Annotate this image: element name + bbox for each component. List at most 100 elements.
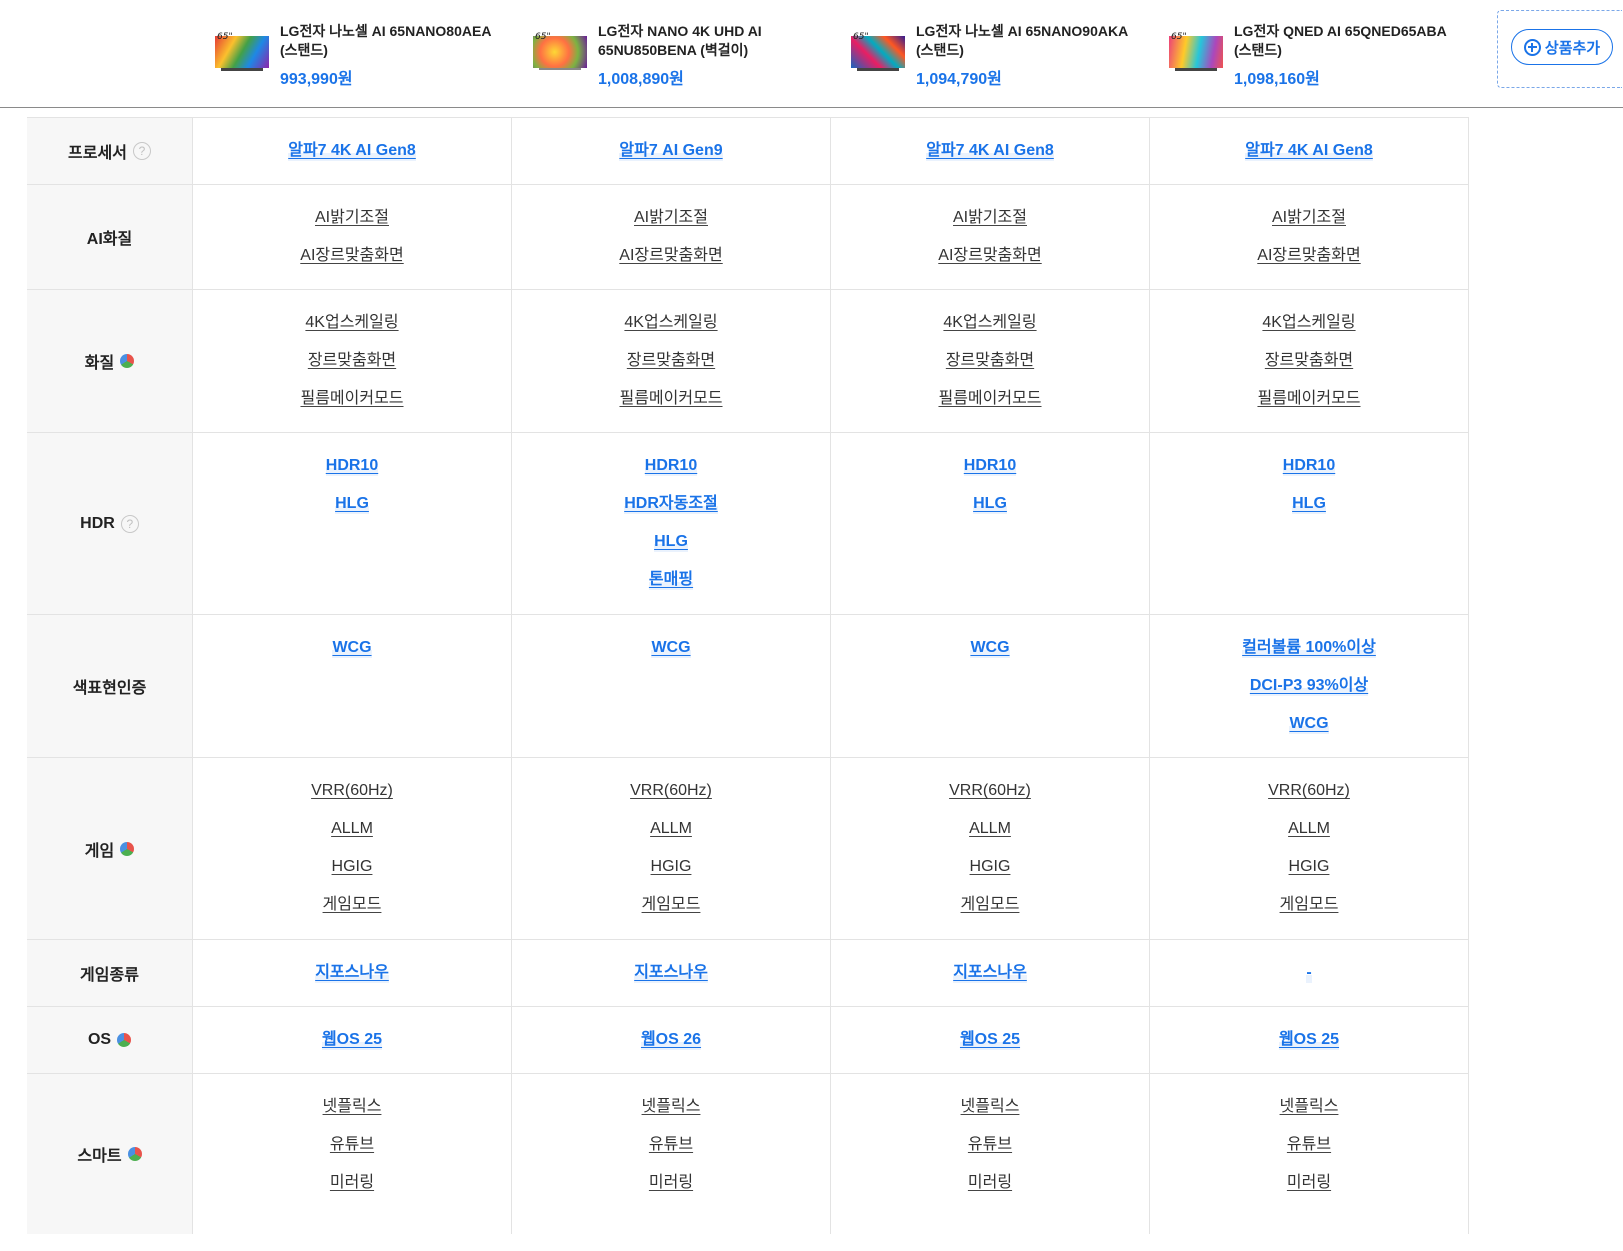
spec-value-link[interactable]: 미러링 <box>1287 1173 1331 1193</box>
spec-value-link[interactable]: 유튜브 <box>1287 1135 1331 1155</box>
product-name[interactable]: LG전자 QNED AI 65QNED65ABA (스탠드) <box>1234 22 1464 60</box>
spec-value-link[interactable]: 넷플릭스 <box>323 1097 382 1117</box>
spec-value-link[interactable]: 4K업스케일링 <box>1262 313 1355 333</box>
spec-value-link[interactable]: 알파7 AI Gen9 <box>619 141 723 161</box>
spec-value-link[interactable]: 알파7 4K AI Gen8 <box>1245 141 1373 161</box>
spec-value-link[interactable]: 미러링 <box>649 1173 693 1193</box>
tv-thumbnail[interactable]: 65" <box>215 32 269 72</box>
spec-value-link[interactable]: HGIG <box>332 857 373 877</box>
spec-value-link[interactable]: HLG <box>654 532 688 552</box>
spec-value-link[interactable]: 장르맞춤화면 <box>308 351 396 371</box>
product-card[interactable]: 65" LG전자 나노셀 AI 65NANO80AEA (스탠드) 993,99… <box>215 22 515 92</box>
spec-value-link[interactable]: VRR(60Hz) <box>1268 781 1350 801</box>
spec-value-link[interactable]: 넷플릭스 <box>961 1097 1020 1117</box>
spec-value-link[interactable]: AI밝기조절 <box>953 208 1027 228</box>
spec-value-link[interactable]: AI장르맞춤화면 <box>300 246 403 266</box>
spec-label: 화질 <box>84 355 115 372</box>
spec-value-link[interactable]: 장르맞춤화면 <box>1265 351 1353 371</box>
add-product-button[interactable]: 상품추가 <box>1511 29 1613 65</box>
product-card[interactable]: 65" LG전자 QNED AI 65QNED65ABA (스탠드) 1,098… <box>1169 22 1469 92</box>
spec-value-link[interactable]: 4K업스케일링 <box>305 313 398 333</box>
spec-value-link[interactable]: AI밝기조절 <box>634 208 708 228</box>
help-icon[interactable]: ? <box>132 142 151 160</box>
tv-thumbnail[interactable]: 65" <box>851 32 905 72</box>
spec-value-link[interactable]: - <box>1306 963 1312 983</box>
spec-value-link[interactable]: 필름메이커모드 <box>1257 389 1360 409</box>
spec-value-link[interactable]: HLG <box>973 494 1007 514</box>
spec-value-link[interactable]: HLG <box>1292 494 1326 514</box>
spec-value-link[interactable]: HLG <box>335 494 369 514</box>
spec-value-link[interactable]: HGIG <box>970 857 1011 877</box>
spec-value-link[interactable]: AI장르맞춤화면 <box>619 246 722 266</box>
spec-value-link[interactable]: HGIG <box>1289 857 1330 877</box>
product-card[interactable]: 65" LG전자 나노셀 AI 65NANO90AKA (스탠드) 1,094,… <box>851 22 1151 92</box>
spec-value-link[interactable]: HDR10 <box>1282 456 1336 476</box>
spec-value-link[interactable]: ALLM <box>969 819 1011 839</box>
spec-value-cell: AI밝기조절 AI장르맞춤화면 <box>511 184 831 290</box>
spec-value-cell: 알파7 4K AI Gen8 <box>830 117 1150 185</box>
size-badge: 65" <box>1171 32 1187 42</box>
spec-value-link[interactable]: 필름메이커모드 <box>619 389 722 409</box>
spec-value-link[interactable]: 알파7 4K AI Gen8 <box>288 141 416 161</box>
spec-value-link[interactable]: 유튜브 <box>968 1135 1012 1155</box>
spec-value-link[interactable]: HDR자동조절 <box>624 494 718 514</box>
spec-value-link[interactable]: 컬러볼륨 100%이상 <box>1242 638 1376 658</box>
spec-value-link[interactable]: HDR10 <box>963 456 1017 476</box>
spec-value-link[interactable]: ALLM <box>1288 819 1330 839</box>
spec-value-link[interactable]: AI밝기조절 <box>315 208 389 228</box>
spec-value-link[interactable]: 4K업스케일링 <box>624 313 717 333</box>
product-name[interactable]: LG전자 나노셀 AI 65NANO90AKA (스탠드) <box>916 22 1146 60</box>
spec-value-link[interactable]: 웹OS 25 <box>959 1030 1021 1050</box>
spec-value-link[interactable]: 웹OS 25 <box>321 1030 383 1050</box>
spec-value-link[interactable]: 필름메이커모드 <box>938 389 1041 409</box>
spec-value-link[interactable]: WCG <box>1289 714 1329 734</box>
spec-value-cell: 4K업스케일링장르맞춤화면필름메이커모드 <box>830 289 1150 433</box>
spec-value-link[interactable]: 게임모드 <box>1280 895 1339 915</box>
spec-value-link[interactable]: 웹OS 26 <box>640 1030 702 1050</box>
spec-value-link[interactable]: ALLM <box>331 819 373 839</box>
spec-value-link[interactable]: WCG <box>651 638 691 658</box>
spec-value-link[interactable]: 게임모드 <box>642 895 701 915</box>
tv-thumbnail[interactable]: 65" <box>533 32 587 72</box>
product-name[interactable]: LG전자 나노셀 AI 65NANO80AEA (스탠드) <box>280 22 510 60</box>
help-icon[interactable]: ? <box>120 514 139 533</box>
spec-value-link[interactable]: 웹OS 25 <box>1278 1030 1340 1050</box>
spec-value-cell: WCG <box>511 614 831 758</box>
spec-value-link[interactable]: AI밝기조절 <box>1272 208 1346 228</box>
spec-value-link[interactable]: WCG <box>332 638 372 658</box>
product-name[interactable]: LG전자 NANO 4K UHD AI 65NU850BENA (벽걸이) <box>598 22 828 60</box>
spec-value-link[interactable]: VRR(60Hz) <box>630 781 712 801</box>
spec-value-cell: 4K업스케일링장르맞춤화면필름메이커모드 <box>1149 289 1469 433</box>
spec-value-link[interactable]: HDR10 <box>644 456 698 476</box>
spec-label-cell: HDR? <box>27 432 193 615</box>
spec-value-link[interactable]: 미러링 <box>330 1173 374 1193</box>
spec-value-cell: 넷플릭스유튜브미러링 <box>511 1073 831 1234</box>
spec-value-link[interactable]: VRR(60Hz) <box>311 781 393 801</box>
spec-value-link[interactable]: 알파7 4K AI Gen8 <box>926 141 1054 161</box>
spec-value-link[interactable]: 넷플릭스 <box>642 1097 701 1117</box>
spec-value-link[interactable]: 톤매핑 <box>648 570 694 590</box>
spec-value-link[interactable]: AI장르맞춤화면 <box>938 246 1041 266</box>
spec-value-link[interactable]: DCI-P3 93%이상 <box>1249 676 1369 696</box>
spec-value-link[interactable]: 유튜브 <box>330 1135 374 1155</box>
spec-value-link[interactable]: 지포스나우 <box>634 963 708 983</box>
spec-value-link[interactable]: 게임모드 <box>961 895 1020 915</box>
spec-value-link[interactable]: 장르맞춤화면 <box>946 351 1034 371</box>
spec-value-link[interactable]: 지포스나우 <box>953 963 1027 983</box>
spec-value-link[interactable]: 게임모드 <box>323 895 382 915</box>
spec-value-link[interactable]: 지포스나우 <box>315 963 389 983</box>
spec-value-link[interactable]: HDR10 <box>325 456 379 476</box>
spec-value-link[interactable]: ALLM <box>650 819 692 839</box>
spec-value-link[interactable]: 미러링 <box>968 1173 1012 1193</box>
product-card[interactable]: 65" LG전자 NANO 4K UHD AI 65NU850BENA (벽걸이… <box>533 22 833 92</box>
spec-value-link[interactable]: AI장르맞춤화면 <box>1257 246 1360 266</box>
spec-value-link[interactable]: WCG <box>970 638 1010 658</box>
spec-value-link[interactable]: 필름메이커모드 <box>300 389 403 409</box>
spec-value-link[interactable]: 장르맞춤화면 <box>627 351 715 371</box>
spec-value-link[interactable]: HGIG <box>651 857 692 877</box>
spec-value-link[interactable]: 넷플릭스 <box>1280 1097 1339 1117</box>
spec-value-link[interactable]: 4K업스케일링 <box>943 313 1036 333</box>
spec-value-link[interactable]: VRR(60Hz) <box>949 781 1031 801</box>
tv-thumbnail[interactable]: 65" <box>1169 32 1223 72</box>
spec-value-link[interactable]: 유튜브 <box>649 1135 693 1155</box>
